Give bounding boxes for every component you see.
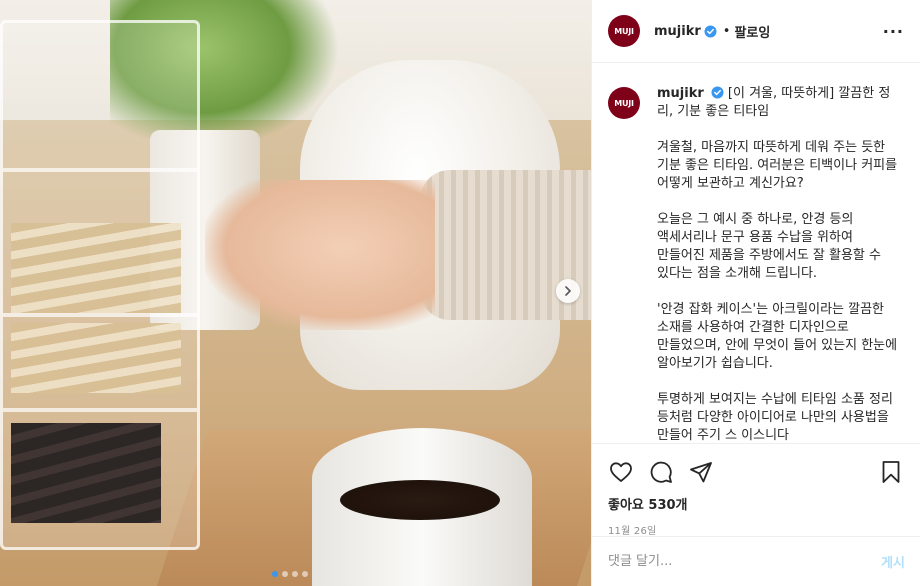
save-button[interactable] <box>878 459 904 485</box>
comment-input[interactable] <box>608 554 882 569</box>
case-shelf <box>3 313 197 317</box>
bookmark-icon <box>882 461 900 483</box>
case-tea-sticks <box>11 223 181 313</box>
caption-paragraph: 투명하게 보여지는 수납에 티타임 소품 정리 등처럼 다양한 아이디어로 나만… <box>657 392 893 443</box>
carousel-next-button[interactable] <box>556 279 580 303</box>
photo-acrylic-case <box>0 20 200 550</box>
avatar[interactable]: MUJI <box>608 87 640 119</box>
caption-paragraph: '안경 잡화 케이스'는 아크릴이라는 깔끔한 소재를 사용하여 간결한 디자인… <box>657 302 898 371</box>
caption-paragraph: 오늘은 그 예시 중 하나로, 안경 등의 액세서리나 문구 용품 수납을 위하… <box>657 212 881 281</box>
avatar-logo-text: MUJI <box>614 26 634 36</box>
more-options-icon[interactable]: ··· <box>883 22 904 41</box>
following-button[interactable]: 팔로잉 <box>734 22 770 41</box>
likes-count[interactable]: 좋아요 530개 <box>608 494 904 513</box>
heart-icon <box>610 462 632 482</box>
verified-badge-icon <box>704 25 717 38</box>
caption-scroll-area[interactable]: MUJI mujikr [이 겨울, 따뜻하게] 깔끔한 정리, 기분 좋은 티… <box>592 63 920 443</box>
comment-button[interactable] <box>648 459 674 485</box>
avatar-logo-text: MUJI <box>614 98 634 108</box>
case-coffee-sticks <box>11 423 161 523</box>
carousel-indicator <box>272 571 308 577</box>
case-tea-sticks <box>11 323 181 393</box>
post-side-panel: MUJI mujikr • 팔로잉 ··· MUJI mujikr [이 겨울,… <box>591 0 920 586</box>
caption-title-line: mujikr [이 겨울, 따뜻하게] 깔끔한 정리, 기분 좋은 티타임 <box>657 85 904 121</box>
photo-hand <box>205 180 435 330</box>
case-shelf <box>3 168 197 172</box>
username-link[interactable]: mujikr <box>654 24 701 39</box>
carousel-dot <box>302 571 308 577</box>
like-button[interactable] <box>608 459 634 485</box>
avatar[interactable]: MUJI <box>608 15 640 47</box>
post-date[interactable]: 11월 26일 <box>608 522 904 537</box>
post-header: MUJI mujikr • 팔로잉 ··· <box>592 0 920 63</box>
verified-badge-icon <box>711 86 724 99</box>
share-button[interactable] <box>688 459 714 485</box>
post-actions: 좋아요 530개 11월 26일 <box>592 443 920 537</box>
share-icon <box>690 462 712 483</box>
caption-username-link[interactable]: mujikr <box>657 86 704 101</box>
carousel-dot <box>292 571 298 577</box>
post-comment-button[interactable]: 게시 <box>881 552 905 571</box>
separator-dot: • <box>722 23 731 39</box>
instagram-post: MUJI mujikr • 팔로잉 ··· MUJI mujikr [이 겨울,… <box>0 0 920 586</box>
caption-row: MUJI mujikr [이 겨울, 따뜻하게] 깔끔한 정리, 기분 좋은 티… <box>608 85 904 443</box>
chevron-right-icon <box>565 286 571 296</box>
case-shelf <box>3 408 197 412</box>
caption-paragraph: 겨울철, 마음까지 따뜻하게 데워 주는 듯한 기분 좋은 티타임. 여러분은 … <box>657 140 898 191</box>
photo-coffee <box>340 480 500 520</box>
post-photo[interactable] <box>0 0 591 586</box>
comment-icon <box>650 461 672 483</box>
caption-text: mujikr [이 겨울, 따뜻하게] 깔끔한 정리, 기분 좋은 티타임 겨울… <box>657 85 904 443</box>
action-bar <box>608 452 904 492</box>
carousel-dot <box>282 571 288 577</box>
comment-box: 게시 <box>592 536 920 586</box>
carousel-dot <box>272 571 278 577</box>
